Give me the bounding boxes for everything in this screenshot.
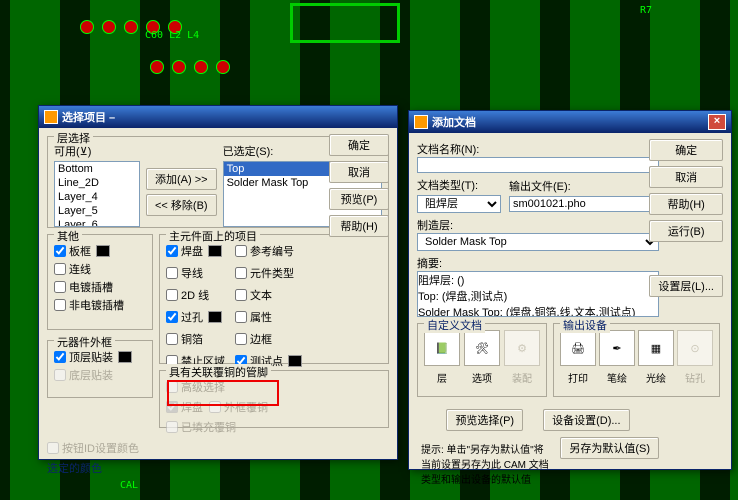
help-button[interactable]: 帮助(H) bbox=[649, 193, 723, 215]
mfg-layer-label: 制造层: bbox=[417, 217, 659, 233]
device-settings-button[interactable]: 设备设置(D)... bbox=[543, 409, 629, 431]
dlg2-title: 添加文档 bbox=[432, 114, 704, 130]
dlg1-titlebar[interactable]: 选择项目 – bbox=[39, 106, 397, 128]
color-swatch[interactable] bbox=[208, 311, 222, 323]
parttype-chk[interactable]: 元件类型 bbox=[235, 265, 302, 281]
filled-copper-chk: 已填充覆铜 bbox=[166, 419, 382, 435]
line2d-chk[interactable]: 2D 线 bbox=[166, 287, 225, 303]
list-item[interactable]: Layer_4 bbox=[55, 190, 139, 204]
bot-mount-chk: 底层贴装 bbox=[54, 367, 146, 383]
list-item[interactable]: Line_2D bbox=[55, 176, 139, 190]
preview-button[interactable]: 预览(P) bbox=[329, 188, 389, 210]
cancel-button[interactable]: 取消 bbox=[329, 161, 389, 183]
via-chk[interactable]: 过孔 bbox=[166, 309, 225, 325]
add-document-dialog: 添加文档 × 文档名称(N): 文档类型(T): 阻焊层 输出文件(E): 制造… bbox=[408, 110, 732, 470]
pen-icon[interactable]: ✒ bbox=[599, 330, 635, 366]
copper-chk[interactable]: 铜箔 bbox=[166, 331, 225, 347]
list-item[interactable]: Layer_6 bbox=[55, 218, 139, 227]
summary-label: 摘要: bbox=[417, 255, 659, 271]
assembly-icon: ⚙ bbox=[504, 330, 540, 366]
preview-select-button[interactable]: 预览选择(P) bbox=[446, 409, 523, 431]
top-mount-chk[interactable]: 顶层贴装 bbox=[54, 349, 146, 365]
print-icon[interactable]: 🖨 bbox=[560, 330, 596, 366]
option-icon[interactable]: 🛠 bbox=[464, 330, 500, 366]
out-file-label: 输出文件(E): bbox=[509, 178, 659, 194]
color-swatch[interactable] bbox=[288, 355, 302, 367]
cancel-button[interactable]: 取消 bbox=[649, 166, 723, 188]
custom-doc-label: 自定义文档 bbox=[424, 317, 485, 333]
highlight-box bbox=[167, 380, 279, 406]
nonplated-slot-chk[interactable]: 非电镀插槽 bbox=[54, 297, 146, 313]
dlg1-title: 选择项目 – bbox=[62, 109, 392, 125]
selected-color-label: 选定的颜色 bbox=[47, 460, 389, 476]
list-item[interactable]: Bottom bbox=[55, 162, 139, 176]
comp-frame-label: 元器件外框 bbox=[54, 334, 115, 350]
save-default-button[interactable]: 另存为默认值(S) bbox=[560, 437, 659, 459]
color-swatch[interactable] bbox=[118, 351, 132, 363]
doc-type-select[interactable]: 阻焊层 bbox=[417, 195, 501, 213]
list-item[interactable]: Layer_5 bbox=[55, 204, 139, 218]
available-layers-list[interactable]: Bottom Line_2D Layer_4 Layer_5 Layer_6 L… bbox=[54, 161, 140, 227]
close-icon[interactable]: × bbox=[708, 114, 726, 130]
ok-button[interactable]: 确定 bbox=[329, 134, 389, 156]
text-chk[interactable]: 文本 bbox=[235, 287, 302, 303]
main-items-label: 主元件面上的项目 bbox=[166, 228, 260, 244]
dlg2-titlebar[interactable]: 添加文档 × bbox=[409, 111, 731, 133]
outline-chk[interactable]: 边框 bbox=[235, 331, 302, 347]
mfg-layer-select[interactable]: Solder Mask Top bbox=[417, 233, 659, 251]
assoc-copper-label: 具有关联覆铜的管脚 bbox=[166, 364, 271, 380]
plated-slot-chk[interactable]: 电镀插槽 bbox=[54, 279, 146, 295]
photo-icon[interactable]: ▦ bbox=[638, 330, 674, 366]
color-swatch[interactable] bbox=[96, 245, 110, 257]
doc-name-label: 文档名称(N): bbox=[417, 141, 659, 157]
pad-chk[interactable]: 焊盘 bbox=[166, 243, 225, 259]
btn-id-color-chk: 按钮ID设置颜色 bbox=[47, 440, 389, 456]
layer-select-label: 层选择 bbox=[54, 130, 93, 146]
color-swatch[interactable] bbox=[208, 245, 222, 257]
doc-name-input[interactable] bbox=[417, 157, 659, 173]
board-outline-chk[interactable]: 板框 bbox=[54, 243, 146, 259]
layer-icon[interactable]: 📗 bbox=[424, 330, 460, 366]
out-device-label: 输出设备 bbox=[560, 317, 610, 333]
ok-button[interactable]: 确定 bbox=[649, 139, 723, 161]
summary-box: 阻焊层: () Top: (焊盘,测试点) Solder Mask Top: (… bbox=[417, 271, 659, 317]
drill-icon: ⊙ bbox=[677, 330, 713, 366]
misc-label: 其他 bbox=[54, 228, 82, 244]
add-button[interactable]: 添加(A) >> bbox=[146, 168, 217, 190]
select-items-dialog: 选择项目 – 层选择 可用(⊻) Bottom Line_2D Layer_4 … bbox=[38, 105, 398, 460]
app-icon bbox=[44, 110, 58, 124]
attr-chk[interactable]: 属性 bbox=[235, 309, 302, 325]
run-button[interactable]: 运行(B) bbox=[649, 220, 723, 242]
refdes-chk[interactable]: 参考编号 bbox=[235, 243, 302, 259]
app-icon bbox=[414, 115, 428, 129]
doc-type-label: 文档类型(T): bbox=[417, 177, 501, 193]
set-layer-button[interactable]: 设置层(L)... bbox=[649, 275, 723, 297]
trace-chk[interactable]: 导线 bbox=[166, 265, 225, 281]
remove-button[interactable]: << 移除(B) bbox=[146, 194, 217, 216]
hint-text: 提示: 单击"另存为默认值"将当前设置另存为此 CAM 文档类型和输出设备的默认… bbox=[417, 437, 554, 490]
help-button[interactable]: 帮助(H) bbox=[329, 215, 389, 237]
connection-chk[interactable]: 连线 bbox=[54, 261, 146, 277]
out-file-input[interactable] bbox=[509, 196, 659, 212]
